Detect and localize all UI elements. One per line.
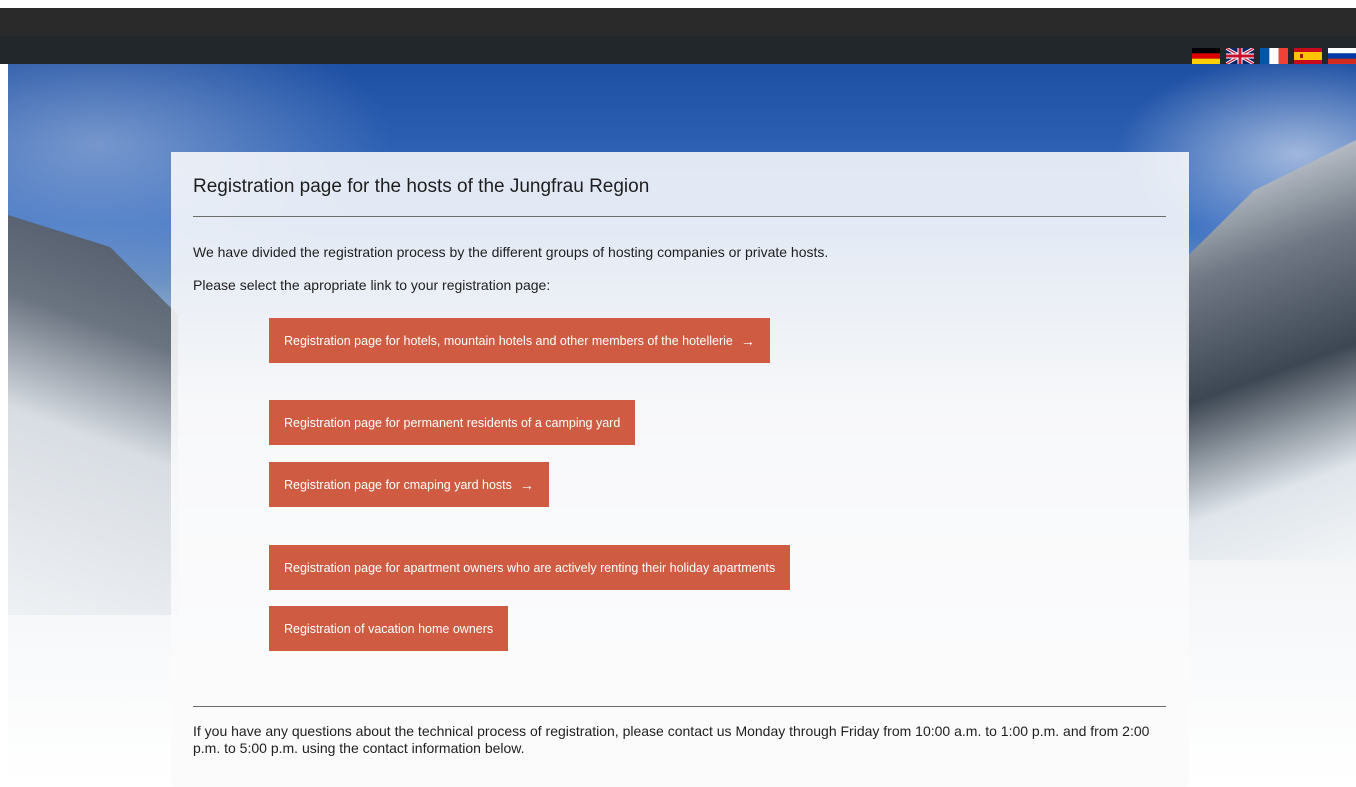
spanish-flag-icon[interactable] (1294, 48, 1322, 64)
button-label: Registration page for hotels, mountain h… (284, 333, 733, 348)
russian-flag-icon[interactable] (1328, 48, 1356, 64)
arrow-right-icon: → (519, 476, 534, 493)
button-label: Registration page for cmaping yard hosts (284, 477, 512, 492)
vacation-home-registration-button[interactable]: Registration of vacation home owners (269, 606, 509, 651)
contact-info-text: If you have any questions about the tech… (193, 723, 1150, 756)
top-navigation-bar (0, 8, 1356, 64)
page: Registration page for the hosts of the J… (0, 0, 1356, 787)
hotels-registration-button[interactable]: Registration page for hotels, mountain h… (269, 318, 770, 363)
registration-panel: Registration page for the hosts of the J… (171, 152, 1189, 787)
intro-text-select-link: Please select the apropriate link to you… (193, 277, 551, 293)
french-flag-icon[interactable] (1260, 48, 1288, 64)
button-label: Registration of vacation home owners (284, 621, 494, 636)
contact-divider (193, 706, 1166, 707)
button-label: Registration page for permanent resident… (284, 415, 621, 430)
apartment-owners-registration-button[interactable]: Registration page for apartment owners w… (269, 545, 791, 590)
camping-residents-registration-button[interactable]: Registration page for permanent resident… (269, 400, 636, 445)
uk-flag-icon[interactable] (1226, 48, 1254, 64)
german-flag-icon[interactable] (1192, 48, 1220, 64)
button-label: Registration page for apartment owners w… (284, 560, 776, 575)
camping-hosts-registration-button[interactable]: Registration page for cmaping yard hosts… (269, 462, 549, 507)
title-divider (193, 216, 1166, 217)
arrow-right-icon: → (740, 332, 755, 349)
page-title: Registration page for the hosts of the J… (193, 176, 650, 197)
intro-text-groups: We have divided the registration process… (193, 244, 829, 260)
language-switcher (1192, 48, 1356, 64)
